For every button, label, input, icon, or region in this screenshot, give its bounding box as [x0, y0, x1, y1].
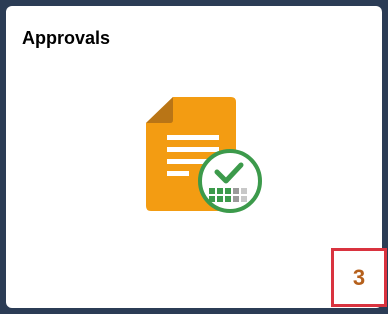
pending-count-highlight: 3 [331, 248, 387, 307]
document-approved-icon [133, 85, 264, 213]
tile-title: Approvals [22, 28, 111, 48]
pending-count-badge: 3 [352, 264, 366, 290]
approvals-tile[interactable]: Approvals 3 [6, 6, 387, 308]
